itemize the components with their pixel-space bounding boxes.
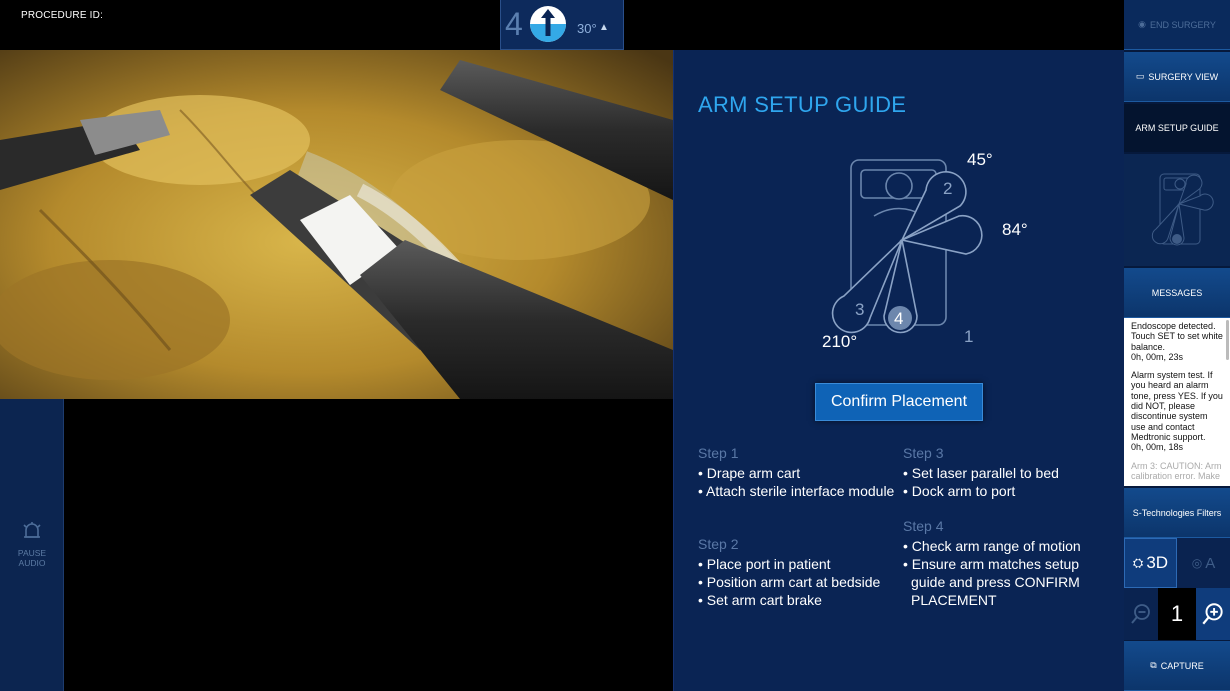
zoom-out-icon: [1131, 604, 1150, 624]
mode-3d-label: 3D: [1146, 553, 1169, 572]
surgery-view-label: SURGERY VIEW: [1148, 71, 1219, 82]
step-item: Ensure arm matches setup guide and press…: [903, 555, 1103, 609]
endoscope-angle-widget[interactable]: 4 30° ▲: [500, 0, 624, 50]
end-surgery-label: END SURGERY: [1150, 19, 1216, 30]
arm-1-angle: 84°: [1002, 220, 1028, 239]
step-title: Step 1: [698, 445, 739, 461]
step-item: Set arm cart brake: [698, 591, 898, 609]
step-3: Step 3 Set laser parallel to bed Dock ar…: [903, 445, 1103, 500]
step-title: Step 3: [903, 445, 944, 461]
arm-setup-guide-tab[interactable]: ARM SETUP GUIDE: [1124, 104, 1230, 152]
step-title: Step 2: [698, 536, 739, 552]
zoom-level: 1: [1158, 588, 1196, 640]
procedure-id-label: PROCEDURE ID:: [21, 10, 104, 21]
chevron-up-icon: ▲: [599, 22, 609, 33]
view-mode-toggle: ⛭ 3D ◎ A: [1124, 538, 1230, 588]
s-technologies-filters-button[interactable]: S-Technologies Filters: [1124, 488, 1230, 538]
step-item: Dock arm to port: [903, 482, 1103, 500]
secondary-video-area: [0, 399, 673, 691]
end-surgery-icon: ◉: [1138, 19, 1146, 29]
end-surgery-button[interactable]: ◉ END SURGERY: [1124, 0, 1230, 50]
mode-a-label: A: [1205, 554, 1216, 572]
surgery-view-button[interactable]: ▭ SURGERY VIEW: [1124, 52, 1230, 102]
step-item: Attach sterile interface module: [698, 482, 898, 500]
arm-2-number: 2: [943, 179, 953, 198]
top-bar: PROCEDURE ID: 4 30° ▲: [0, 0, 1124, 50]
endoscope-arm-number: 4: [505, 6, 523, 42]
step-item: Drape arm cart: [698, 464, 898, 482]
capture-button[interactable]: ⧉ CAPTURE: [1124, 641, 1230, 691]
messages-label: MESSAGES: [1151, 287, 1203, 298]
mode-a-button[interactable]: ◎ A: [1177, 538, 1230, 588]
zoom-in-button[interactable]: [1196, 588, 1230, 640]
message-item: Alarm system test. If you heard an alarm…: [1131, 370, 1223, 453]
step-4: Step 4 Check arm range of motion Ensure …: [903, 518, 1103, 609]
camera-icon: ⧉: [1150, 660, 1157, 670]
step-item: Check arm range of motion: [903, 537, 1103, 555]
page-title: ARM SETUP GUIDE: [698, 92, 907, 117]
arm-1-number: 1: [964, 327, 974, 346]
arm-3-angle: 210°: [822, 332, 858, 351]
step-title: Step 4: [903, 518, 944, 534]
mode-3d-button[interactable]: ⛭ 3D: [1124, 538, 1177, 588]
step-item: Set laser parallel to bed: [903, 464, 1103, 482]
arm-2-angle: 45°: [967, 150, 993, 169]
zoom-in-icon: [1202, 603, 1223, 625]
surgical-field-image: [0, 50, 673, 399]
monitor-icon: ▭: [1135, 71, 1145, 81]
zoom-control: 1: [1124, 588, 1230, 640]
step-1: Step 1 Drape arm cart Attach sterile int…: [698, 445, 898, 500]
confirm-placement-button[interactable]: Confirm Placement: [815, 383, 983, 421]
message-item: Arm 3: CAUTION: Arm calibration error. M…: [1131, 460, 1222, 481]
arm-setup-thumbnail[interactable]: [1124, 154, 1230, 266]
scope-angle-value: 30°: [577, 21, 597, 36]
messages-list[interactable]: Endoscope detected. Touch SET to set whi…: [1124, 318, 1230, 486]
eye-icon: ◎: [1191, 556, 1203, 570]
right-sidebar: ◉ END SURGERY ▭ SURGERY VIEW ARM SETUP G…: [1124, 0, 1230, 691]
zoom-out-button[interactable]: [1124, 588, 1158, 640]
step-item: Position arm cart at bedside: [698, 573, 898, 591]
endoscope-orientation-icon: [530, 6, 566, 42]
bed-diagram: [831, 159, 983, 334]
arm-4-number: 4: [894, 309, 904, 328]
pause-audio-label: PAUSE AUDIO: [17, 548, 47, 568]
bed-diagram-thumbnail-icon: [1151, 173, 1214, 246]
glasses-icon: ⛭: [1132, 555, 1144, 570]
step-2: Step 2 Place port in patient Position ar…: [698, 536, 898, 609]
messages-scrollbar[interactable]: [1226, 320, 1229, 360]
arm-placement-diagram: [814, 146, 1044, 356]
endoscope-video-feed[interactable]: [0, 50, 673, 399]
alarm-bell-icon: [23, 522, 41, 538]
step-item: Place port in patient: [698, 555, 898, 573]
arm-setup-guide-label: ARM SETUP GUIDE: [1135, 123, 1219, 133]
pause-audio-button[interactable]: PAUSE AUDIO: [0, 399, 64, 691]
arm-3-number: 3: [855, 300, 865, 319]
arm-setup-guide-panel: ARM SETUP GUIDE 1 2 3 4 84° 45° 210° Con…: [673, 50, 1124, 691]
capture-label: CAPTURE: [1160, 660, 1204, 671]
messages-button[interactable]: MESSAGES: [1124, 268, 1230, 318]
filters-label: S-Technologies Filters: [1132, 507, 1222, 518]
message-item: Endoscope detected. Touch SET to set whi…: [1131, 321, 1223, 362]
